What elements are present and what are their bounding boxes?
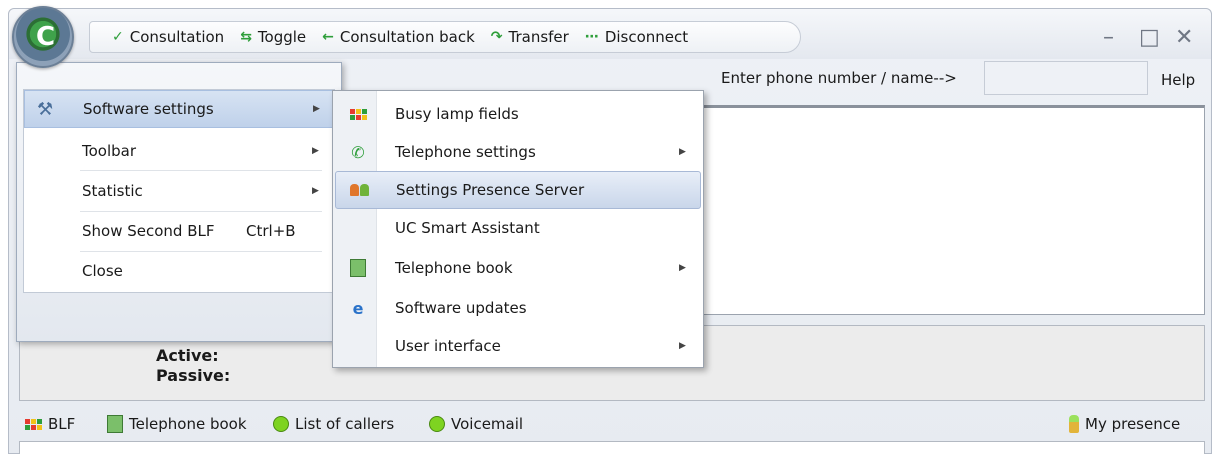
- presence-server-icon: [348, 179, 370, 201]
- disconnect-icon: ⋯: [584, 29, 599, 45]
- submenu-item-label: User interface: [395, 337, 501, 355]
- submenu-item-uc-smart-assistant[interactable]: UC Smart Assistant: [335, 209, 701, 247]
- menu-divider: [80, 170, 322, 171]
- telephone-book-tab-label: Telephone book: [129, 415, 247, 433]
- checkmark-icon: ✓: [112, 29, 124, 45]
- menu-item-software-settings[interactable]: ⚒ Software settings ▶: [24, 90, 334, 128]
- submenu-item-busy-lamp-fields[interactable]: Busy lamp fields: [335, 95, 701, 133]
- list-of-callers-tab[interactable]: List of callers: [273, 415, 394, 433]
- presence-icon: [1069, 415, 1079, 433]
- disconnect-label: Disconnect: [604, 28, 689, 46]
- menu-item-statistic[interactable]: Statistic ▶: [24, 172, 334, 210]
- my-presence-button[interactable]: My presence: [1069, 415, 1180, 433]
- submenu-item-user-interface[interactable]: User interface ▶: [335, 327, 701, 365]
- menu-item-label: Close: [82, 262, 123, 280]
- submenu-item-telephone-settings[interactable]: ✆ Telephone settings ▶: [335, 133, 701, 171]
- close-button[interactable]: ✕: [1175, 25, 1193, 50]
- telephone-book-tab[interactable]: Telephone book: [107, 415, 247, 433]
- phone-input-label: Enter phone number / name-->: [721, 69, 957, 87]
- submenu-arrow-icon: ▶: [312, 146, 319, 156]
- menu-item-label: Software settings: [83, 100, 214, 118]
- menu-shortcut: Ctrl+B: [246, 222, 296, 240]
- app-logo-letter: C: [36, 22, 56, 52]
- minimize-button[interactable]: –: [1103, 25, 1114, 50]
- consultation-back-label: Consultation back: [339, 28, 475, 46]
- submenu-arrow-icon: ▶: [679, 263, 686, 273]
- title-bar: ✓ Consultation ⇆ Toggle ← Consultation b…: [9, 9, 1211, 59]
- menu-item-label: Show Second BLF: [82, 222, 215, 240]
- main-menu: ⚒ Software settings ▶ Toolbar ▶ Statisti…: [16, 62, 342, 342]
- menu-item-label: Statistic: [82, 182, 143, 200]
- my-presence-label: My presence: [1085, 415, 1181, 433]
- phonebook-icon: [107, 415, 123, 433]
- toggle-label: Toggle: [257, 28, 307, 46]
- consultation-button[interactable]: ✓ Consultation: [112, 28, 224, 46]
- submenu-arrow-icon: ▶: [679, 147, 686, 157]
- blf-tab-label: BLF: [48, 415, 76, 433]
- submenu-item-label: Software updates: [395, 299, 527, 317]
- maximize-button[interactable]: □: [1139, 25, 1160, 50]
- back-arrow-icon: ←: [322, 29, 334, 45]
- callers-icon: [273, 416, 289, 432]
- consultation-label: Consultation: [129, 28, 225, 46]
- phonebook-icon: [347, 257, 369, 279]
- submenu-item-settings-presence-server[interactable]: Settings Presence Server: [335, 171, 701, 209]
- submenu-item-label: Telephone book: [395, 259, 513, 277]
- app-logo-button[interactable]: C: [12, 6, 74, 68]
- disconnect-button[interactable]: ⋯ Disconnect: [585, 28, 688, 46]
- submenu-arrow-icon: ▶: [679, 341, 686, 351]
- menu-item-close[interactable]: Close: [24, 252, 334, 290]
- phone-icon: ✆: [351, 142, 365, 162]
- submenu-arrow-icon: ▶: [312, 186, 319, 196]
- settings-tools-icon: ⚒: [37, 98, 54, 120]
- submenu-item-software-updates[interactable]: e Software updates: [335, 289, 701, 327]
- voicemail-icon: [429, 416, 445, 432]
- submenu-item-telephone-book[interactable]: Telephone book ▶: [335, 249, 701, 287]
- consultation-back-button[interactable]: ← Consultation back: [322, 28, 475, 46]
- bottom-tab-bar: BLF Telephone book List of callers Voice…: [9, 405, 1211, 445]
- active-label: Active:: [156, 346, 219, 365]
- menu-item-show-second-blf[interactable]: Show Second BLF Ctrl+B: [24, 212, 334, 250]
- transfer-label: Transfer: [508, 28, 569, 46]
- internet-icon: e: [352, 298, 364, 318]
- submenu-arrow-icon: ▶: [313, 104, 320, 114]
- blf-icon: [347, 103, 369, 125]
- transfer-icon: ↷: [490, 29, 503, 45]
- main-menu-list: ⚒ Software settings ▶ Toolbar ▶ Statisti…: [23, 89, 335, 293]
- blf-icon: [25, 418, 42, 430]
- voicemail-tab[interactable]: Voicemail: [429, 415, 523, 433]
- phone-number-input[interactable]: [984, 61, 1148, 95]
- toggle-icon: ⇆: [240, 29, 252, 45]
- voicemail-tab-label: Voicemail: [451, 415, 524, 433]
- software-settings-submenu: Busy lamp fields ✆ Telephone settings ▶ …: [332, 90, 704, 368]
- help-link[interactable]: Help: [1161, 71, 1195, 89]
- submenu-item-label: UC Smart Assistant: [395, 219, 540, 237]
- transfer-button[interactable]: ↷ Transfer: [491, 28, 569, 46]
- menu-item-toolbar[interactable]: Toolbar ▶: [24, 132, 334, 170]
- list-of-callers-tab-label: List of callers: [295, 415, 395, 433]
- submenu-item-label: Busy lamp fields: [395, 105, 519, 123]
- passive-label: Passive:: [156, 366, 231, 385]
- submenu-item-label: Settings Presence Server: [396, 181, 585, 199]
- quick-toolbar: ✓ Consultation ⇆ Toggle ← Consultation b…: [89, 21, 801, 53]
- submenu-item-label: Telephone settings: [395, 143, 536, 161]
- blf-tab[interactable]: BLF: [25, 415, 75, 433]
- toggle-button[interactable]: ⇆ Toggle: [240, 28, 306, 46]
- bottom-panel: [19, 441, 1205, 454]
- menu-item-label: Toolbar: [82, 142, 137, 160]
